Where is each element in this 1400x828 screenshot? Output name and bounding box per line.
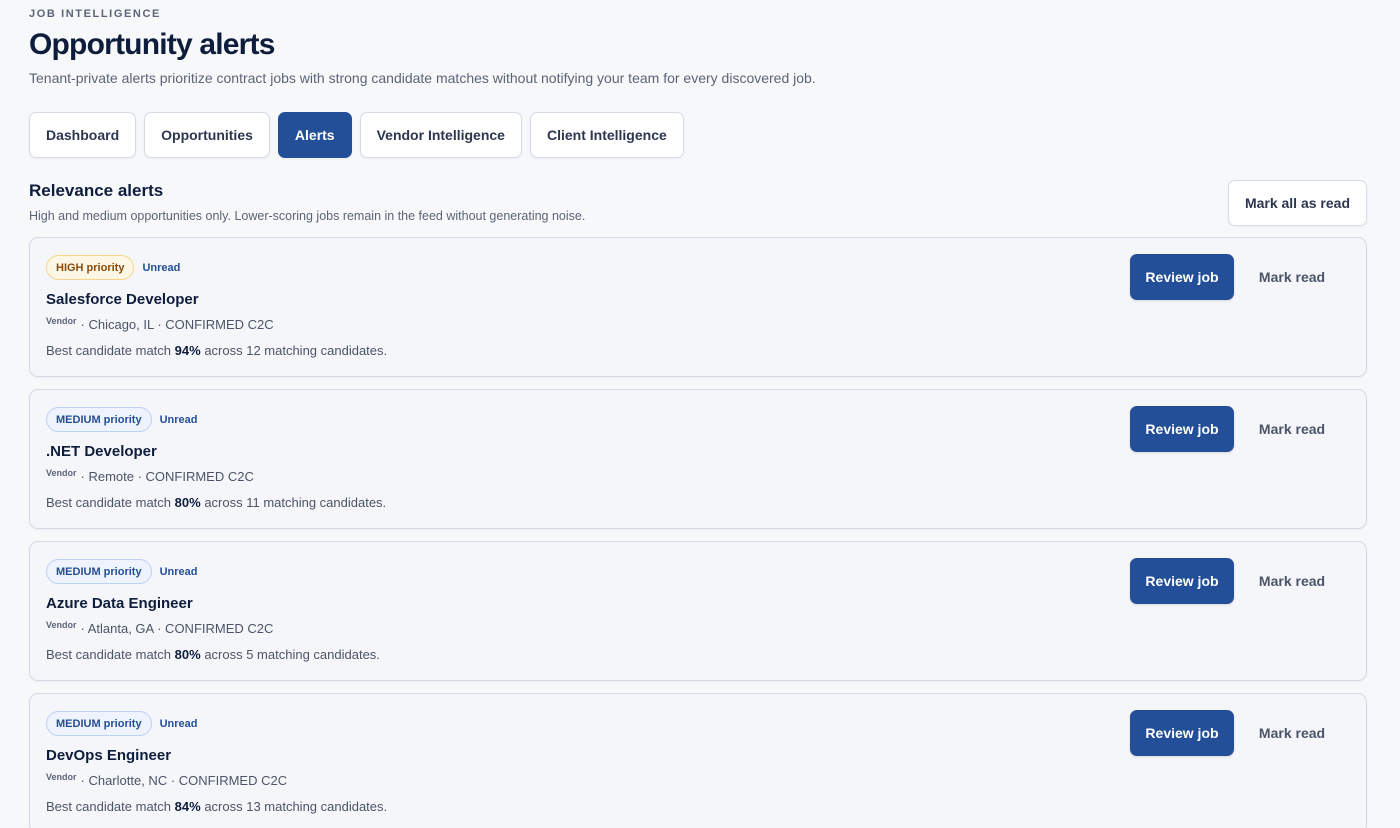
alert-actions: Review job Mark read (1130, 406, 1350, 452)
job-location-type: · Remote · CONFIRMED C2C (80, 469, 254, 484)
match-percent: 94% (174, 343, 201, 358)
status-badge: Unread (159, 565, 198, 578)
review-job-button[interactable]: Review job (1130, 558, 1234, 604)
vendor-label: Vendor (46, 316, 77, 326)
match-suffix: across 12 matching candidates. (204, 343, 388, 358)
job-meta: Vendor · Chicago, IL · CONFIRMED C2C (46, 315, 274, 332)
page-title: Opportunity alerts (29, 28, 275, 61)
job-meta: Vendor · Atlanta, GA · CONFIRMED C2C (46, 619, 273, 636)
job-title: DevOps Engineer (46, 747, 172, 764)
alert-list: HIGH priority Unread Salesforce Develope… (29, 237, 1367, 828)
alert-actions: Review job Mark read (1130, 254, 1350, 300)
match-percent: 80% (174, 647, 201, 662)
priority-badge: MEDIUM priority (46, 711, 152, 736)
review-job-button[interactable]: Review job (1130, 710, 1234, 756)
page-subtitle: Tenant-private alerts prioritize contrac… (29, 70, 816, 86)
job-title: Azure Data Engineer (46, 595, 193, 612)
alert-actions: Review job Mark read (1130, 558, 1350, 604)
mark-all-read-button[interactable]: Mark all as read (1227, 180, 1367, 226)
match-summary: Best candidate match 94% across 12 match… (46, 343, 387, 358)
job-title: Salesforce Developer (46, 291, 199, 308)
tab-vendor-intelligence[interactable]: Vendor Intelligence (359, 112, 522, 158)
tab-opportunities[interactable]: Opportunities (144, 112, 270, 158)
vendor-label: Vendor (46, 772, 77, 782)
alert-card: MEDIUM priority Unread Azure Data Engine… (29, 541, 1367, 681)
alert-badges: MEDIUM priority Unread (46, 407, 197, 432)
job-location-type: · Chicago, IL · CONFIRMED C2C (80, 317, 274, 332)
status-badge: Unread (159, 717, 198, 730)
status-badge: Unread (142, 261, 181, 274)
priority-badge: MEDIUM priority (46, 559, 152, 584)
review-job-button[interactable]: Review job (1130, 406, 1234, 452)
match-prefix: Best candidate match (46, 647, 172, 662)
review-job-button[interactable]: Review job (1130, 254, 1234, 300)
alert-badges: MEDIUM priority Unread (46, 711, 197, 736)
job-meta: Vendor · Remote · CONFIRMED C2C (46, 467, 254, 484)
tab-alerts[interactable]: Alerts (277, 112, 352, 158)
mark-read-button[interactable]: Mark read (1234, 406, 1350, 452)
match-summary: Best candidate match 80% across 5 matchi… (46, 647, 380, 662)
alert-badges: MEDIUM priority Unread (46, 559, 197, 584)
priority-badge: MEDIUM priority (46, 407, 152, 432)
match-suffix: across 5 matching candidates. (204, 647, 380, 662)
vendor-label: Vendor (46, 468, 77, 478)
match-summary: Best candidate match 80% across 11 match… (46, 495, 386, 510)
job-meta: Vendor · Charlotte, NC · CONFIRMED C2C (46, 771, 287, 788)
alert-card: HIGH priority Unread Salesforce Develope… (29, 237, 1367, 377)
match-prefix: Best candidate match (46, 799, 172, 814)
alert-badges: HIGH priority Unread (46, 255, 180, 280)
vendor-label: Vendor (46, 620, 77, 630)
eyebrow-label: JOB INTELLIGENCE (29, 8, 161, 20)
nav-tabs: Dashboard Opportunities Alerts Vendor In… (29, 112, 684, 158)
match-prefix: Best candidate match (46, 495, 172, 510)
match-suffix: across 13 matching candidates. (204, 799, 388, 814)
section-description: High and medium opportunities only. Lowe… (29, 209, 586, 223)
section-title: Relevance alerts (29, 181, 164, 200)
job-location-type: · Charlotte, NC · CONFIRMED C2C (80, 773, 288, 788)
alert-card: MEDIUM priority Unread DevOps Engineer V… (29, 693, 1367, 828)
job-location-type: · Atlanta, GA · CONFIRMED C2C (80, 621, 274, 636)
match-percent: 84% (174, 799, 201, 814)
status-badge: Unread (159, 413, 198, 426)
job-title: .NET Developer (46, 443, 157, 460)
priority-badge: HIGH priority (46, 255, 135, 280)
match-suffix: across 11 matching candidates. (204, 495, 387, 510)
mark-read-button[interactable]: Mark read (1234, 558, 1350, 604)
alert-actions: Review job Mark read (1130, 710, 1350, 756)
tab-client-intelligence[interactable]: Client Intelligence (529, 112, 684, 158)
match-summary: Best candidate match 84% across 13 match… (46, 799, 387, 814)
tab-dashboard[interactable]: Dashboard (29, 112, 137, 158)
match-percent: 80% (174, 495, 201, 510)
mark-read-button[interactable]: Mark read (1234, 254, 1350, 300)
mark-read-button[interactable]: Mark read (1234, 710, 1350, 756)
match-prefix: Best candidate match (46, 343, 172, 358)
alert-card: MEDIUM priority Unread .NET Developer Ve… (29, 389, 1367, 529)
